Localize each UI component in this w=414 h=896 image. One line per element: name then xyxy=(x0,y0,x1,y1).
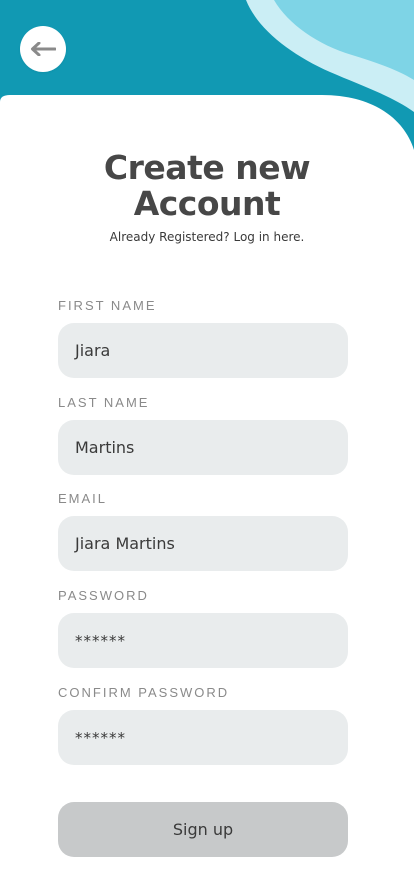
first-name-field-group: FIRST NAME Jiara xyxy=(58,298,348,378)
signup-screen: Create new Account Already Registered? L… xyxy=(0,0,414,896)
title-block: Create new Account Already Registered? L… xyxy=(0,150,414,245)
page-title-line-2: Account xyxy=(133,184,281,223)
page-title: Create new Account xyxy=(0,150,414,222)
password-label: PASSWORD xyxy=(58,588,149,603)
back-button[interactable] xyxy=(20,26,66,72)
confirm-password-input[interactable]: ****** xyxy=(58,710,348,765)
email-input[interactable]: Jiara Martins xyxy=(58,516,348,571)
first-name-input[interactable]: Jiara xyxy=(58,323,348,378)
confirm-password-field-group: CONFIRM PASSWORD ****** xyxy=(58,685,348,765)
last-name-input[interactable]: Martins xyxy=(58,420,348,475)
first-name-label: FIRST NAME xyxy=(58,298,157,313)
confirm-password-label: CONFIRM PASSWORD xyxy=(58,685,230,700)
page-title-line-1: Create new xyxy=(103,148,311,187)
login-link[interactable]: Already Registered? Log in here. xyxy=(110,230,305,244)
email-field-group: EMAIL Jiara Martins xyxy=(58,491,348,571)
arrow-left-icon xyxy=(31,42,56,56)
password-input[interactable]: ****** xyxy=(58,613,348,668)
last-name-field-group: LAST NAME Martins xyxy=(58,395,348,475)
login-prompt: Already Registered? Log in here. xyxy=(0,230,414,244)
last-name-label: LAST NAME xyxy=(58,395,150,410)
password-field-group: PASSWORD ****** xyxy=(58,588,348,668)
signup-button[interactable]: Sign up xyxy=(58,802,348,857)
email-label: EMAIL xyxy=(58,491,108,506)
